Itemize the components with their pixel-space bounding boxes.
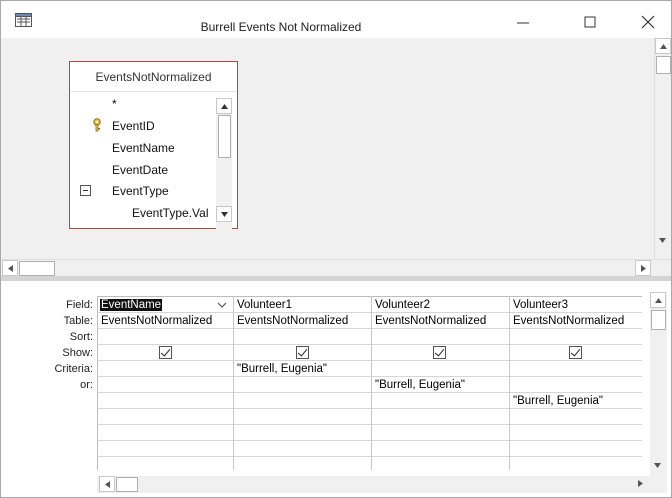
field-cell[interactable]: EventName <box>98 297 216 313</box>
chevron-right-icon <box>641 265 646 272</box>
key-icon <box>92 118 102 132</box>
scroll-right-button[interactable] <box>635 260 651 276</box>
table-cell[interactable]: EventsNotNormalized <box>98 313 234 329</box>
or-cell[interactable] <box>510 377 643 393</box>
table-cell[interactable]: EventsNotNormalized <box>510 313 643 329</box>
scroll-thumb-horizontal[interactable] <box>116 477 138 492</box>
chevron-up-icon <box>655 298 662 303</box>
or-cell[interactable]: "Burrell, Eugenia" <box>372 377 510 393</box>
criteria-cell[interactable] <box>372 361 510 377</box>
table-field-list[interactable]: EventsNotNormalized * EventID EventName … <box>69 61 238 254</box>
query-design-grid[interactable]: EventName EventsNotNormalized Volunteer1… <box>97 296 642 470</box>
field-all[interactable]: * <box>112 94 117 115</box>
criteria-cell[interactable]: "Burrell, Eugenia" <box>234 361 372 377</box>
show-checkbox[interactable] <box>569 346 582 359</box>
criteria-cell[interactable] <box>510 361 643 377</box>
chevron-left-icon <box>105 481 110 488</box>
grid-vertical-scrollbar[interactable] <box>650 292 667 476</box>
field-eventid[interactable]: EventID <box>112 116 155 137</box>
minimize-button[interactable] <box>513 14 533 30</box>
chevron-up-icon <box>221 104 228 109</box>
row-label-show: Show: <box>62 347 93 359</box>
upper-horizontal-scrollbar[interactable] <box>1 259 671 276</box>
chevron-left-icon <box>8 265 13 272</box>
maximize-button[interactable] <box>580 14 600 30</box>
chevron-down-icon <box>659 238 666 243</box>
chevron-down-icon <box>221 212 228 217</box>
collapse-icon[interactable] <box>80 185 91 196</box>
row-label-table: Table: <box>63 315 93 327</box>
grid-column[interactable]: Volunteer1 EventsNotNormalized "Burrell,… <box>233 296 371 470</box>
field-list-scroll-thumb[interactable] <box>218 115 231 158</box>
grid-horizontal-scrollbar[interactable] <box>97 476 667 493</box>
field-cell[interactable]: Volunteer2 <box>372 297 510 313</box>
scroll-thumb-horizontal[interactable] <box>19 261 55 276</box>
chevron-down-icon <box>217 302 227 308</box>
field-cell[interactable]: Volunteer1 <box>234 297 372 313</box>
show-checkbox[interactable] <box>159 346 172 359</box>
scroll-thumb[interactable] <box>656 56 671 74</box>
query-design-window: Burrell Events Not Normalized EventsNotN… <box>0 0 672 498</box>
upper-vertical-scrollbar[interactable] <box>654 38 671 259</box>
field-cell[interactable]: Volunteer3 <box>510 297 643 313</box>
scroll-right-button[interactable] <box>633 476 649 492</box>
field-eventname[interactable]: EventName <box>112 138 175 159</box>
or-cell[interactable] <box>372 393 510 409</box>
field-value[interactable]: EventName <box>100 299 163 311</box>
title-bar[interactable]: Burrell Events Not Normalized <box>1 1 671 38</box>
scroll-up-button[interactable] <box>655 38 671 54</box>
field-eventdate[interactable]: EventDate <box>112 160 168 181</box>
show-checkbox[interactable] <box>433 346 446 359</box>
scroll-left-button[interactable] <box>99 476 115 492</box>
criteria-cell[interactable] <box>98 361 234 377</box>
row-label-field: Field: <box>66 299 93 311</box>
window-title: Burrell Events Not Normalized <box>200 20 362 34</box>
row-label-sort: Sort: <box>69 331 93 343</box>
close-icon <box>641 15 655 29</box>
chevron-up-icon <box>660 44 667 49</box>
field-eventtype[interactable]: EventType <box>112 181 169 202</box>
scroll-up-button[interactable] <box>650 292 666 308</box>
field-list-scroll-down[interactable] <box>216 206 232 222</box>
scroll-down-button[interactable] <box>655 233 671 249</box>
chevron-right-icon <box>638 480 643 487</box>
show-checkbox[interactable] <box>296 346 309 359</box>
grid-column[interactable]: EventName EventsNotNormalized <box>97 296 233 470</box>
table-name[interactable]: EventsNotNormalized <box>70 62 237 92</box>
table-cell[interactable]: EventsNotNormalized <box>372 313 510 329</box>
field-eventtype-value[interactable]: EventType.Val <box>132 203 216 224</box>
maximize-icon <box>584 16 596 28</box>
scroll-left-button[interactable] <box>2 260 18 276</box>
or-cell[interactable] <box>98 393 234 409</box>
row-label-or: or: <box>80 379 93 391</box>
scroll-down-button[interactable] <box>650 458 666 474</box>
minimize-icon <box>517 22 529 24</box>
table-cell[interactable]: EventsNotNormalized <box>234 313 372 329</box>
scroll-thumb[interactable] <box>651 310 666 330</box>
field-dropdown-button[interactable] <box>214 297 230 313</box>
splitter-grip-icon[interactable] <box>311 277 361 287</box>
grid-column[interactable]: Volunteer3 EventsNotNormalized "Burrell,… <box>509 296 642 470</box>
grid-column[interactable]: Volunteer2 EventsNotNormalized "Burrell,… <box>371 296 509 470</box>
row-label-criteria: Criteria: <box>54 363 93 375</box>
or-cell[interactable]: "Burrell, Eugenia" <box>510 393 643 409</box>
close-button[interactable] <box>638 14 658 30</box>
or-cell[interactable] <box>98 377 234 393</box>
chevron-down-icon <box>654 463 661 468</box>
or-cell[interactable] <box>234 377 372 393</box>
field-list-scroll-up[interactable] <box>216 98 232 114</box>
or-cell[interactable] <box>234 393 372 409</box>
